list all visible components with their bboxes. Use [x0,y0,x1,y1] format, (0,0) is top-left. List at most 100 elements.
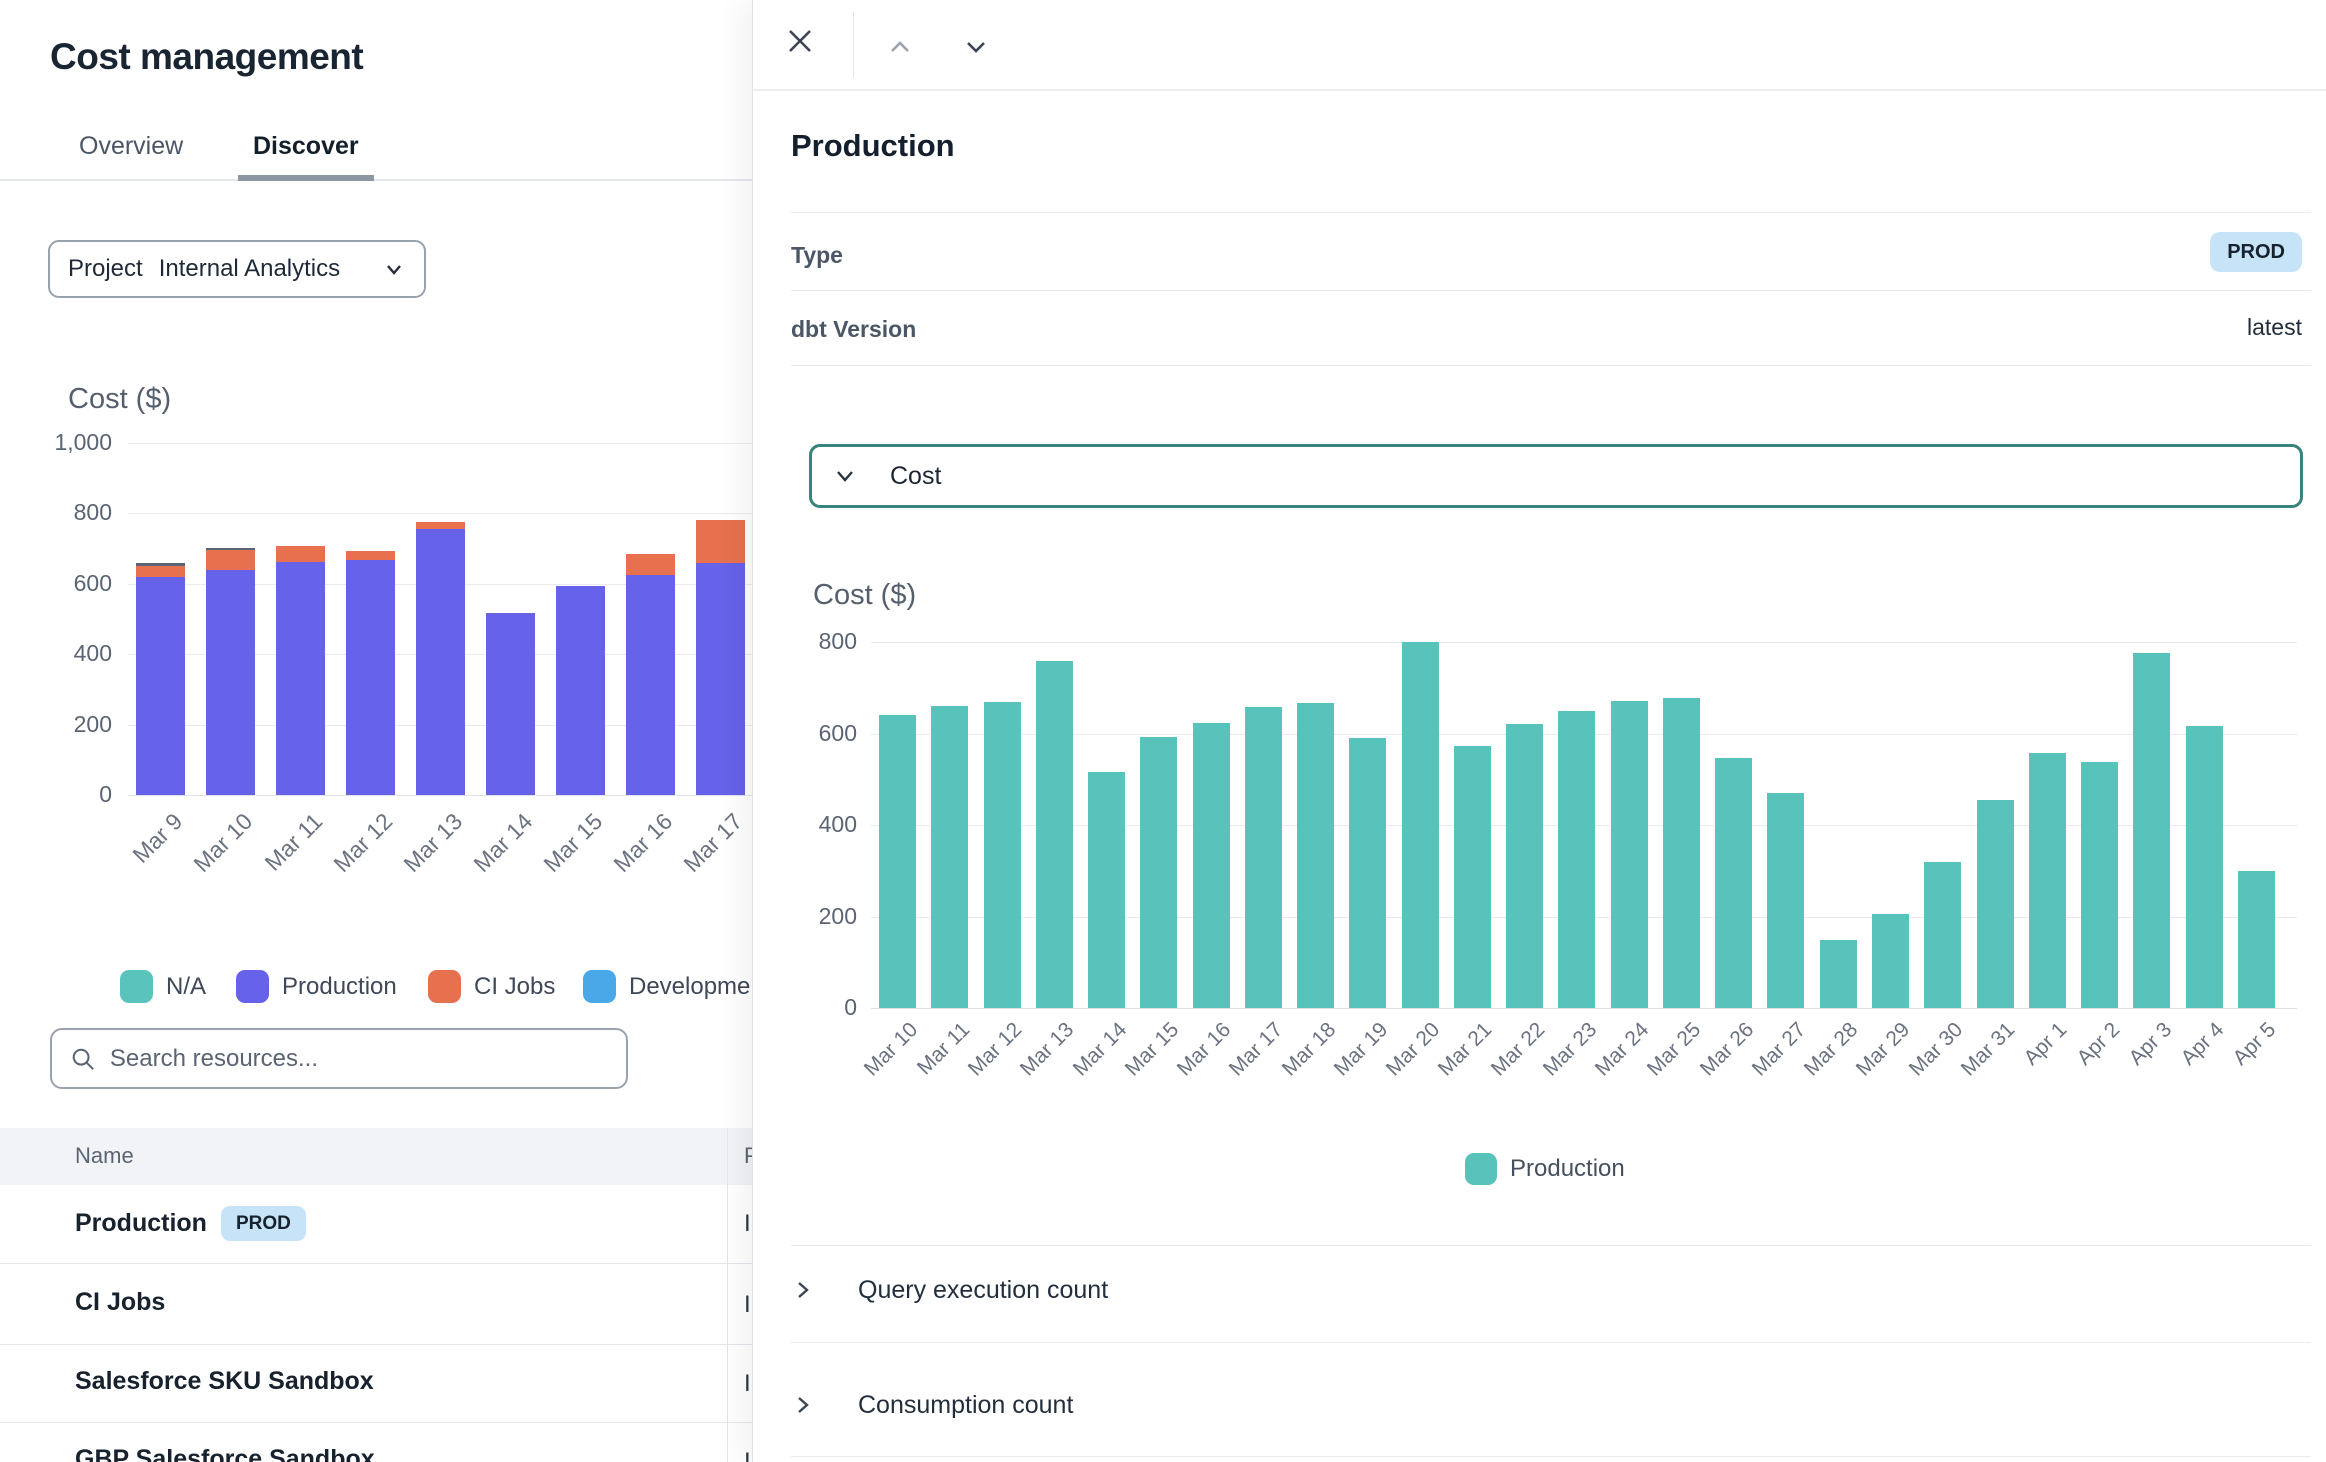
prod-badge: PROD [221,1206,306,1241]
bar-production-apr-4[interactable] [2186,726,2223,1008]
bar-ci-jobs-mar-16[interactable] [626,554,675,575]
close-drawer-button[interactable] [779,20,821,65]
bar-production-mar-11[interactable] [276,562,325,795]
y-axis-tick: 200 [753,903,857,930]
close-icon [783,24,817,58]
chevron-up-icon [883,30,917,64]
chevron-down-icon [832,463,858,489]
bar-ci-jobs-mar-10[interactable] [206,550,255,569]
legend-item-na[interactable]: N/A [120,970,206,1003]
bar-production-apr-2[interactable] [2081,762,2118,1008]
bar-production-mar-23[interactable] [1558,711,1595,1008]
project-filter-dropdown[interactable]: Project Internal Analytics [48,240,426,298]
bar-production-mar-13[interactable] [416,529,465,795]
bar-ci-jobs-mar-17[interactable] [696,520,745,563]
project-filter-label: Project [68,255,143,283]
y-axis-tick: 800 [0,499,112,526]
next-item-button[interactable] [955,26,997,71]
bar-production-mar-15[interactable] [556,586,605,795]
bar-production-mar-16[interactable] [626,575,675,795]
row-col2-salesforce: In [744,1370,752,1398]
search-resources-box [50,1028,628,1089]
bar-production-mar-17[interactable] [696,563,745,795]
drawer-legend-production[interactable]: Production [1465,1153,1625,1185]
resource-detail-drawer: Production Type PROD dbt Version latest … [752,0,2326,1462]
bar-production-apr-3[interactable] [2133,653,2170,1009]
page-title: Cost management [50,36,363,78]
legend-swatch-production [236,970,269,1003]
y-axis-tick: 400 [753,811,857,838]
dbt-version-value: latest [2247,314,2302,341]
left-chart-title: Cost ($) [68,383,171,416]
gridline [128,795,752,796]
bar-production-mar-25[interactable] [1663,698,1700,1008]
bar-unlabeled-mar-10[interactable] [206,548,255,550]
bar-production-mar-22[interactable] [1506,724,1543,1008]
bar-ci-jobs-mar-12[interactable] [346,551,395,560]
bar-production-mar-12[interactable] [984,702,1021,1008]
bar-production-mar-28[interactable] [1820,940,1857,1008]
bar-production-mar-30[interactable] [1924,862,1961,1008]
legend-item-production[interactable]: Production [236,970,397,1003]
bar-production-mar-29[interactable] [1872,914,1909,1008]
bar-production-mar-21[interactable] [1454,746,1491,1008]
tabs-divider [0,179,752,181]
bar-production-mar-10[interactable] [879,715,916,1008]
table-row-salesforce-sku-sandbox[interactable]: Salesforce SKU Sandbox In [0,1344,752,1422]
table-row-ci-jobs[interactable]: CI Jobs In [0,1263,752,1344]
y-axis-tick: 600 [0,570,112,597]
y-axis-tick: 0 [753,994,857,1021]
y-axis-tick: 600 [753,720,857,747]
bar-production-apr-5[interactable] [2238,871,2275,1008]
bar-production-mar-11[interactable] [931,706,968,1008]
bar-production-mar-27[interactable] [1767,793,1804,1008]
bar-ci-jobs-mar-9[interactable] [136,566,185,577]
bar-production-mar-18[interactable] [1297,703,1334,1008]
drawer-chart-title: Cost ($) [813,579,916,612]
bar-production-mar-26[interactable] [1715,758,1752,1008]
tab-discover[interactable]: Discover [253,132,359,161]
legend-swatch-production [1465,1153,1497,1185]
legend-swatch-development [583,970,616,1003]
previous-item-button[interactable] [879,26,921,71]
legend-label-production: Production [1510,1155,1625,1183]
bar-production-mar-17[interactable] [1245,707,1282,1008]
bar-production-mar-9[interactable] [136,577,185,795]
query-execution-count-section-toggle[interactable]: Query execution count [791,1260,2311,1320]
chevron-right-icon [791,1393,815,1417]
gridline [128,513,752,514]
bar-production-mar-16[interactable] [1193,723,1230,1009]
search-input[interactable] [110,1045,608,1073]
table-header-project: P [744,1143,752,1169]
bar-ci-jobs-mar-13[interactable] [416,522,465,529]
cost-section-toggle[interactable]: Cost [809,444,2303,508]
bar-production-mar-20[interactable] [1402,642,1439,1008]
bar-unlabeled-mar-9[interactable] [136,563,185,566]
table-row-production[interactable]: Production PROD In [0,1184,752,1263]
legend-item-ci-jobs[interactable]: CI Jobs [428,970,555,1003]
bar-production-mar-14[interactable] [1088,772,1125,1009]
y-axis-tick: 800 [753,628,857,655]
bar-production-mar-31[interactable] [1977,800,2014,1008]
query-execution-count-label: Query execution count [858,1276,1108,1305]
bar-production-mar-10[interactable] [206,570,255,795]
bar-production-apr-1[interactable] [2029,753,2066,1008]
gridline [871,1008,2297,1009]
table-header-name: Name [75,1143,134,1169]
tab-overview[interactable]: Overview [79,132,183,161]
row-name-salesforce: Salesforce SKU Sandbox [75,1367,374,1396]
legend-item-development[interactable]: Development [583,970,752,1003]
table-row-gbp-salesforce-sandbox[interactable]: GBP Salesforce Sandbox In [0,1422,752,1462]
bar-production-mar-14[interactable] [486,613,535,795]
bar-production-mar-15[interactable] [1140,737,1177,1008]
bar-production-mar-19[interactable] [1349,738,1386,1008]
bar-production-mar-12[interactable] [346,560,395,795]
type-field-label: Type [791,242,843,269]
bar-ci-jobs-mar-11[interactable] [276,546,325,562]
consumption-count-section-toggle[interactable]: Consumption count [791,1375,2311,1435]
legend-label-na: N/A [166,973,206,1001]
type-prod-badge: PROD [2210,232,2302,272]
bar-production-mar-13[interactable] [1036,661,1073,1008]
bar-production-mar-24[interactable] [1611,701,1648,1008]
search-icon [70,1045,96,1073]
